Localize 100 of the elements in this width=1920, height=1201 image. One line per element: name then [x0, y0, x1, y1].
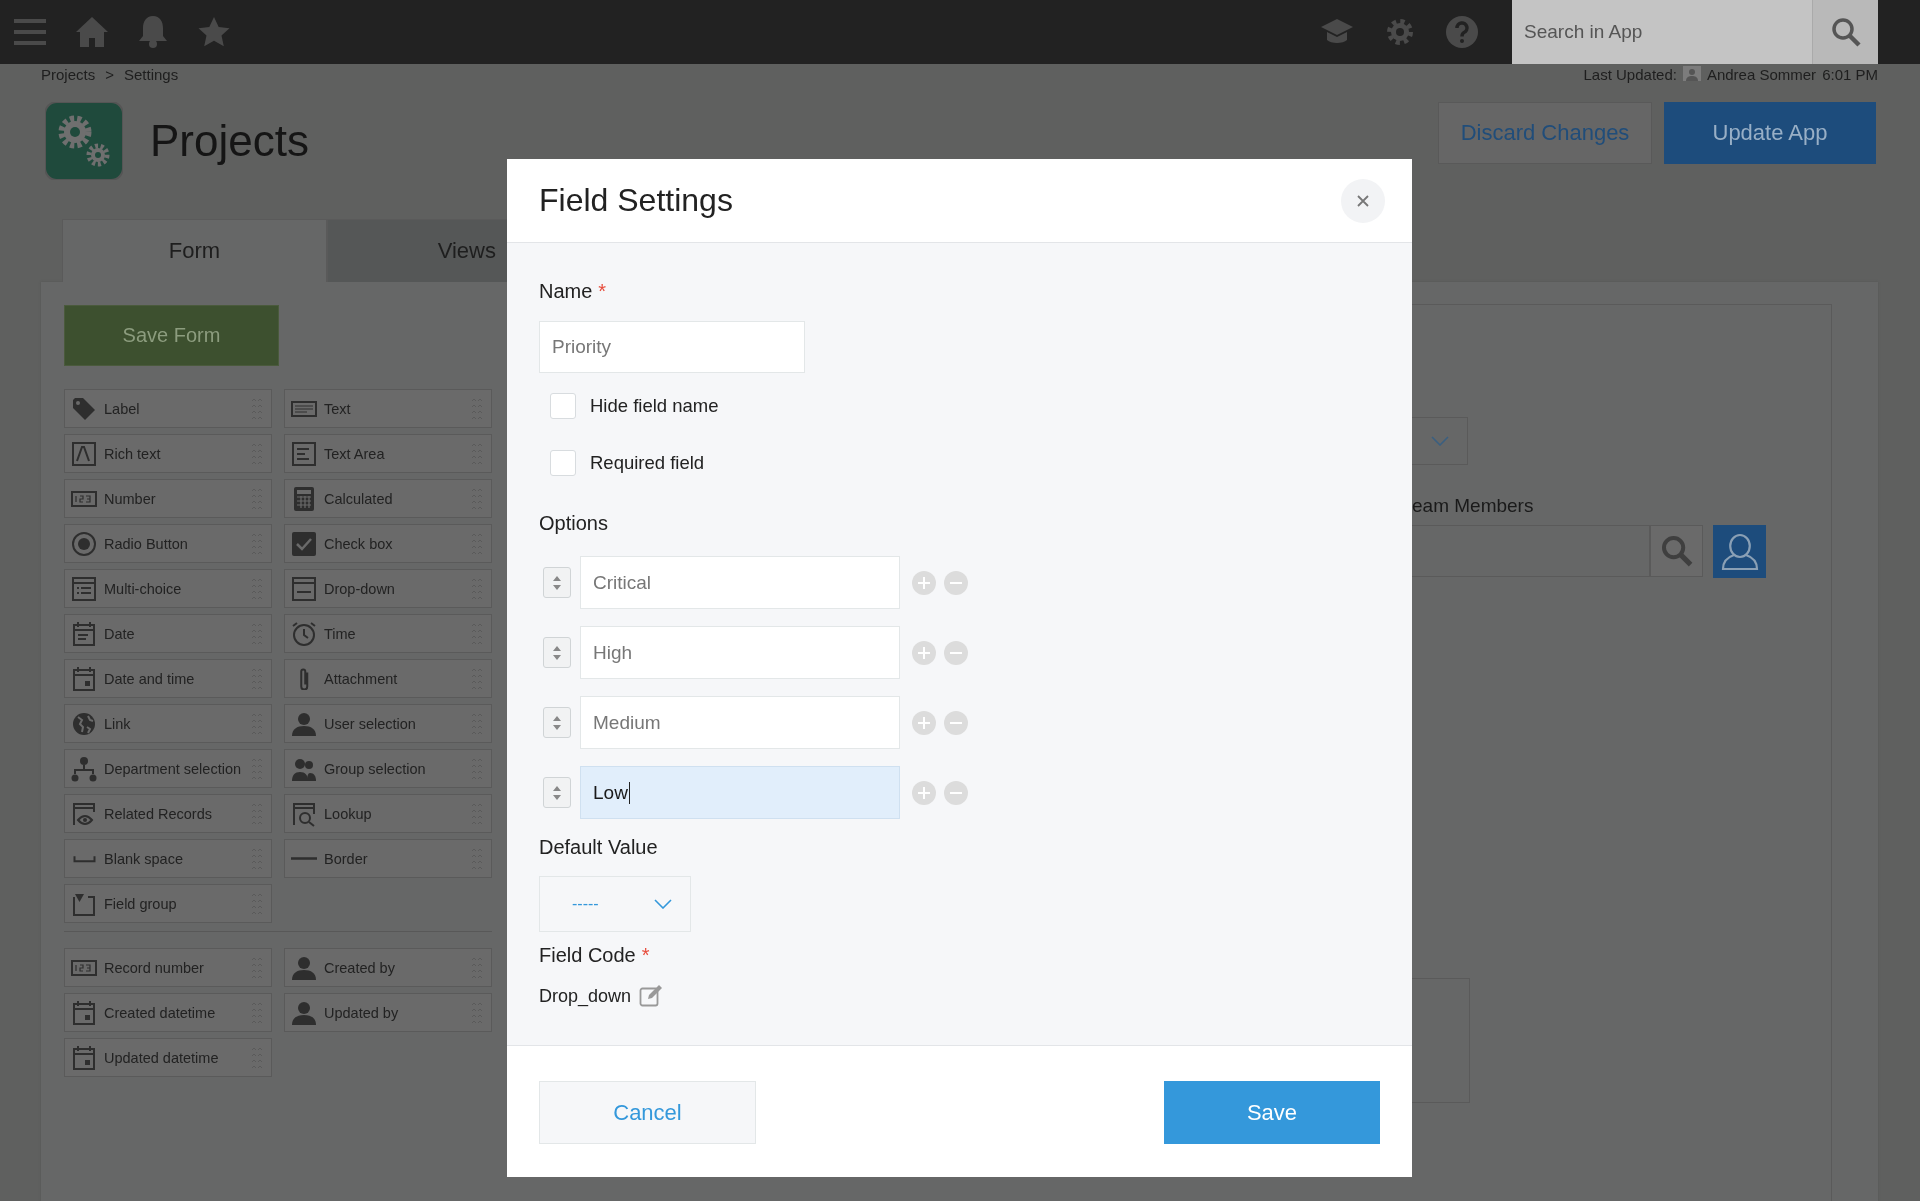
field-type-item[interactable]: Created by [284, 948, 492, 987]
field-type-item[interactable]: Updated datetime [64, 1038, 272, 1077]
calendar-icon [71, 620, 97, 647]
add-icon[interactable] [912, 570, 936, 595]
required-mark: * [641, 944, 650, 968]
field-type-item[interactable]: Updated by [284, 993, 492, 1032]
calculator-icon [291, 485, 317, 512]
field-type-item[interactable]: Record number [64, 948, 272, 987]
option-input[interactable]: Low [580, 766, 900, 819]
breadcrumb-link[interactable]: Projects [41, 66, 96, 84]
field-code-value: Drop_down [539, 985, 632, 1007]
window-eye-icon [71, 800, 97, 827]
update-app-button[interactable]: Update App [1664, 101, 1876, 164]
checkbox-label[interactable]: Hide field name [590, 395, 719, 417]
field-type-item[interactable]: Multi-choice [64, 569, 272, 608]
search-icon [1659, 534, 1694, 568]
list-icon [71, 575, 97, 602]
help-icon[interactable] [1446, 16, 1478, 48]
field-type-item[interactable]: Department selection [64, 749, 272, 788]
person-icon [291, 954, 317, 981]
calendar-icon [71, 1044, 97, 1071]
field-type-item[interactable]: Time [284, 614, 492, 653]
remove-icon[interactable] [944, 710, 968, 735]
field-type-item[interactable]: Attachment [284, 659, 492, 698]
remove-icon[interactable] [944, 780, 968, 805]
close-button[interactable] [1341, 178, 1385, 223]
field-type-item[interactable]: Number [64, 479, 272, 518]
field-type-item[interactable]: Field group [64, 884, 272, 923]
update-time: 6:01 PM [1822, 66, 1878, 84]
discard-changes-button[interactable]: Discard Changes [1438, 101, 1652, 164]
field-type-item[interactable]: Text [284, 389, 492, 428]
reorder-handle[interactable] [543, 707, 571, 738]
user-link[interactable]: Andrea Sommer [1706, 66, 1817, 84]
field-type-item[interactable]: Text Area [284, 434, 492, 473]
add-icon[interactable] [912, 780, 936, 805]
menu-icon[interactable] [14, 18, 46, 46]
close-icon [1357, 194, 1369, 207]
field-type-item[interactable]: Border [284, 839, 492, 878]
checkbox[interactable] [550, 450, 576, 476]
field-type-item[interactable]: Calculated [284, 479, 492, 518]
bell-icon[interactable] [138, 16, 168, 48]
field-type-item[interactable]: Created datetime [64, 993, 272, 1032]
user-picker-button[interactable] [1713, 525, 1766, 578]
add-icon[interactable] [912, 640, 936, 665]
last-updated-label: Last Updated: [1583, 66, 1677, 84]
person-outline-icon [1720, 531, 1759, 572]
checkbox-label[interactable]: Required field [590, 452, 705, 474]
app-title: Projects [150, 115, 309, 166]
tab[interactable]: Form [62, 219, 327, 282]
checkbox[interactable] [550, 393, 576, 419]
checkbox-icon [291, 530, 317, 557]
paperclip-icon [299, 667, 309, 690]
search-field[interactable]: Search in App [1512, 0, 1812, 64]
field-type-item[interactable]: Link [64, 704, 272, 743]
avatar-icon [1682, 66, 1701, 81]
alarm-clock-icon [291, 620, 317, 647]
calendar-icon [71, 665, 97, 692]
field-type-item[interactable]: Date [64, 614, 272, 653]
reorder-handle[interactable] [543, 567, 571, 598]
chevron-down-icon [654, 899, 672, 909]
home-icon[interactable] [76, 17, 108, 47]
section-label: Options [539, 512, 609, 536]
breadcrumb-current: Settings [123, 66, 179, 84]
save-form-button[interactable]: Save Form [64, 305, 279, 366]
field-type-item[interactable]: Label [64, 389, 272, 428]
search-button[interactable] [1650, 525, 1703, 577]
chevron-down-icon [1430, 436, 1449, 446]
remove-icon[interactable] [944, 640, 968, 665]
field-type-item[interactable]: Related Records [64, 794, 272, 833]
save-button[interactable]: Save [1164, 1081, 1380, 1144]
person-icon [291, 710, 317, 737]
user-input-field[interactable] [1412, 525, 1650, 577]
field-type-item[interactable]: Rich text [64, 434, 272, 473]
remove-icon[interactable] [944, 570, 968, 595]
field-type-item[interactable]: Lookup [284, 794, 492, 833]
field-type-item[interactable]: Drop-down [284, 569, 492, 608]
edit-icon[interactable] [639, 984, 664, 1008]
field-type-item[interactable]: Blank space [64, 839, 272, 878]
field-label: eam Members [1412, 495, 1535, 517]
option-input[interactable]: Medium [580, 696, 900, 749]
field-type-item[interactable]: Date and time [64, 659, 272, 698]
option-input[interactable]: Critical [580, 556, 900, 609]
field-label: Name [539, 280, 593, 304]
person-icon [291, 999, 317, 1026]
reorder-handle[interactable] [543, 777, 571, 808]
gears-app-icon [45, 101, 123, 180]
dialog-title: Field Settings [539, 182, 733, 219]
field-type-item[interactable]: User selection [284, 704, 492, 743]
default-value-select[interactable]: ----- [539, 876, 691, 932]
star-icon[interactable] [198, 17, 230, 47]
name-input[interactable]: Priority [539, 321, 805, 373]
add-icon[interactable] [912, 710, 936, 735]
field-type-item[interactable]: Check box [284, 524, 492, 563]
field-type-item[interactable]: Radio Button [64, 524, 272, 563]
cancel-button[interactable]: Cancel [539, 1081, 756, 1144]
search-button[interactable] [1812, 0, 1878, 64]
option-input[interactable]: High [580, 626, 900, 679]
settings-icon[interactable] [1384, 16, 1416, 48]
field-type-item[interactable]: Group selection [284, 749, 492, 788]
reorder-handle[interactable] [543, 637, 571, 668]
